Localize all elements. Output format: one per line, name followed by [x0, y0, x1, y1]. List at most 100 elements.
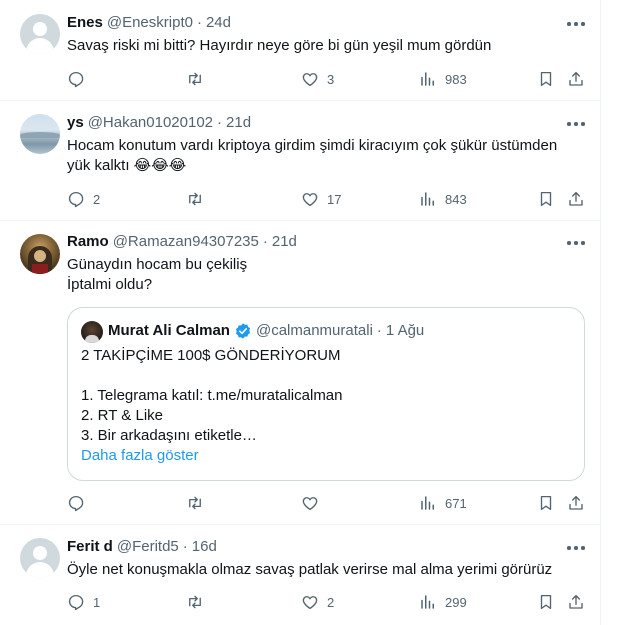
username[interactable]: @Ramazan94307235: [113, 233, 259, 250]
quoted-text-line: 3. Bir arkadaşını etiketle…: [81, 427, 257, 444]
tweet[interactable]: Ferit d @Feritd5 · 16d Öyle net konuşmakla …: [0, 525, 601, 625]
like-icon: [302, 193, 318, 207]
quoted-timestamp: 1 Ağu: [385, 322, 425, 339]
reply-button[interactable]: [67, 493, 93, 513]
share-button[interactable]: [567, 189, 585, 209]
tweet-text: Öyle net konuşmakla olmaz savaş patlak v…: [67, 560, 587, 580]
timestamp[interactable]: 24d: [206, 14, 231, 31]
tweet-text: Savaş riski mi bitti? Hayırdır neye göre…: [67, 36, 587, 56]
like-button[interactable]: 2: [301, 592, 334, 612]
view-count: 671: [445, 495, 467, 511]
more-icon[interactable]: [567, 115, 585, 133]
bookmark-button[interactable]: [537, 493, 555, 513]
timestamp[interactable]: 16d: [192, 538, 217, 555]
tweet-text-line: yük kalktı 😂😂😂: [67, 157, 187, 174]
bookmark-icon: [540, 495, 552, 511]
quoted-text-line: 2. RT & Like: [81, 407, 163, 424]
tweet-header: Enes @Eneskript0 · 24d: [67, 13, 231, 33]
reply-button[interactable]: [67, 69, 93, 89]
like-icon: [302, 73, 318, 87]
like-button[interactable]: 17: [301, 189, 341, 209]
separator-dot: ·: [376, 322, 382, 339]
tweet-text-line: Hocam konutum vardı kriptoya girdim şimd…: [67, 137, 558, 154]
reply-count: 1: [93, 594, 101, 610]
like-icon: [302, 596, 318, 610]
timestamp[interactable]: 21d: [272, 233, 297, 250]
username[interactable]: @Hakan01020102: [88, 114, 213, 131]
quoted-text-line: 2 TAKİPÇİME 100$ GÖNDERİYORUM: [81, 347, 341, 364]
tweet-actions: 671: [0, 493, 601, 513]
username[interactable]: @Feritd5: [117, 538, 179, 555]
more-icon[interactable]: [567, 15, 585, 33]
share-button[interactable]: [567, 592, 585, 612]
quoted-tweet-header: Murat Ali Calman @calmanmuratali · 1 Ağu: [108, 320, 424, 342]
reply-button[interactable]: 2: [67, 189, 100, 209]
display-name[interactable]: Enes: [67, 14, 103, 31]
tweet-text: Hocam konutum vardı kriptoya girdim şimd…: [67, 136, 587, 176]
more-icon[interactable]: [567, 539, 585, 557]
retweet-icon: [189, 192, 201, 206]
display-name[interactable]: ys: [67, 114, 84, 131]
like-button[interactable]: 3: [301, 69, 334, 89]
share-button[interactable]: [567, 69, 585, 89]
retweet-button[interactable]: [186, 493, 212, 513]
bookmark-button[interactable]: [537, 189, 555, 209]
like-count: 2: [327, 594, 335, 610]
retweet-button[interactable]: [186, 69, 212, 89]
bookmark-icon: [540, 191, 552, 207]
show-more-link[interactable]: Daha fazla göster: [81, 446, 571, 466]
bookmark-button[interactable]: [537, 592, 555, 612]
separator-dot: ·: [262, 233, 268, 250]
avatar[interactable]: [20, 234, 60, 274]
views-icon: [421, 72, 434, 86]
share-icon: [569, 495, 583, 510]
tweet[interactable]: ys @Hakan01020102 · 21d Hocam konutum vardı…: [0, 101, 601, 221]
quoted-tweet[interactable]: Murat Ali Calman @calmanmuratali · 1 Ağu 2…: [67, 307, 585, 481]
avatar[interactable]: [20, 114, 60, 154]
tweet-text-line: Günaydın hocam bu çekiliş: [67, 256, 248, 273]
quoted-text-line: 1. Telegrama katıl: t.me/muratalicalman: [81, 387, 343, 404]
tweet-header: Ramo @Ramazan94307235 · 21d: [67, 232, 297, 252]
share-icon: [569, 191, 583, 206]
quoted-avatar: [81, 321, 103, 343]
share-icon: [569, 594, 583, 609]
timeline: Enes @Eneskript0 · 24d Savaş riski mi bitti…: [0, 0, 601, 625]
more-icon[interactable]: [567, 234, 585, 252]
tweet[interactable]: Enes @Eneskript0 · 24d Savaş riski mi bitti…: [0, 0, 601, 101]
view-count: 843: [445, 191, 467, 207]
avatar[interactable]: [20, 538, 60, 578]
views-icon: [421, 595, 434, 609]
share-button[interactable]: [567, 493, 585, 513]
bookmark-button[interactable]: [537, 69, 555, 89]
username[interactable]: @Eneskript0: [107, 14, 193, 31]
views-button[interactable]: 983: [419, 69, 467, 89]
tweet-header: Ferit d @Feritd5 · 16d: [67, 537, 217, 557]
display-name[interactable]: Ramo: [67, 233, 109, 250]
like-count: 3: [327, 71, 335, 87]
verified-badge-icon: [235, 323, 251, 339]
views-button[interactable]: 671: [419, 493, 467, 513]
retweet-button[interactable]: [186, 189, 212, 209]
reply-icon: [68, 71, 84, 88]
separator-dot: ·: [196, 14, 202, 31]
reply-icon: [68, 495, 84, 512]
timestamp[interactable]: 21d: [226, 114, 251, 131]
retweet-button[interactable]: [186, 592, 212, 612]
views-button[interactable]: 299: [419, 592, 467, 612]
share-icon: [569, 71, 583, 86]
retweet-icon: [189, 72, 201, 86]
quoted-display-name: Murat Ali Calman: [108, 322, 230, 339]
reply-button[interactable]: 1: [67, 592, 100, 612]
view-count: 299: [445, 594, 467, 610]
views-button[interactable]: 843: [419, 189, 467, 209]
tweet[interactable]: Ramo @Ramazan94307235 · 21d Günaydın hocam …: [0, 221, 601, 525]
like-button[interactable]: [301, 493, 327, 513]
bookmark-icon: [540, 71, 552, 87]
separator-dot: ·: [217, 114, 223, 131]
display-name[interactable]: Ferit d: [67, 538, 113, 555]
tweet-actions: 1 2 299: [0, 592, 601, 612]
separator-dot: ·: [182, 538, 188, 555]
view-count: 983: [445, 71, 467, 87]
avatar[interactable]: [20, 14, 60, 54]
like-count: 17: [327, 191, 342, 207]
